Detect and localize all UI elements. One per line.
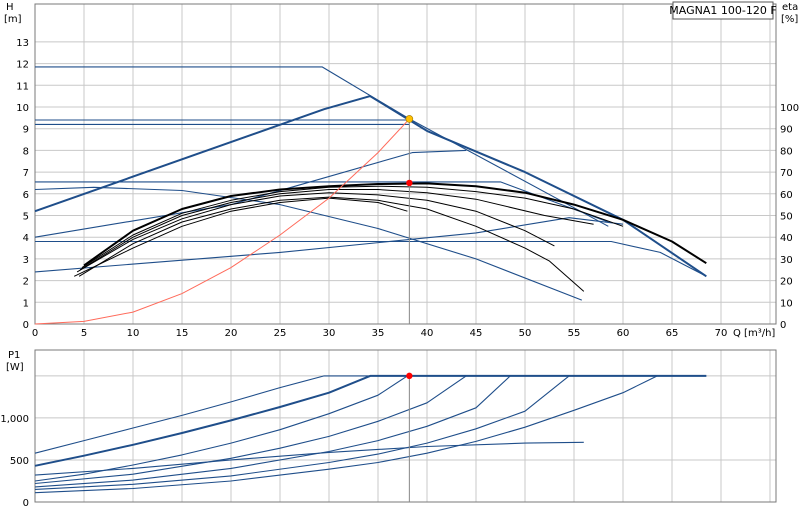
x-tick-label: 20	[225, 328, 238, 339]
y-axis-unit: [W]	[6, 362, 24, 373]
y2-tick-label: 20	[780, 277, 793, 288]
x-tick-label: 60	[617, 328, 630, 339]
y-tick-label: 1,000	[0, 414, 29, 425]
y-axis-label: P1	[8, 350, 20, 361]
y2-tick-label: 100	[780, 103, 799, 114]
y2-axis-label: eta	[782, 2, 798, 13]
y2-tick-label: 10	[780, 298, 793, 309]
x-tick-label: 25	[274, 328, 287, 339]
x-tick-label: 5	[81, 328, 87, 339]
y-axis-label: H	[6, 2, 14, 13]
x-tick-label: 40	[421, 328, 434, 339]
pump-performance-chart: 0 5 10 15 20 25 30 35 40 45 50 55 60 65 70012345678910…	[0, 0, 800, 520]
y-tick-label: 12	[16, 60, 29, 71]
x-tick-label: 65	[666, 328, 679, 339]
y-tick-label: 4	[23, 233, 29, 244]
y2-tick-label: 0	[780, 320, 786, 331]
y-tick-label: 7	[23, 168, 29, 179]
y-tick-label: 1	[23, 298, 29, 309]
x-tick-label: 35	[372, 328, 385, 339]
y2-tick-label: 70	[780, 168, 793, 179]
x-tick-label: 0	[32, 328, 38, 339]
x-tick-label: 50	[519, 328, 532, 339]
x-tick-label: 15	[176, 328, 189, 339]
y-axis-unit: [m]	[4, 14, 22, 25]
x-tick-label: 30	[323, 328, 336, 339]
y2-tick-label: 90	[780, 125, 793, 136]
y-tick-label: 3	[23, 255, 29, 266]
y-tick-label: 8	[23, 146, 29, 157]
x-tick-label: 70	[715, 328, 728, 339]
y2-tick-label: 80	[780, 146, 793, 157]
y-tick-label: 2	[23, 277, 29, 288]
x-tick-label: 45	[470, 328, 483, 339]
chart-background	[0, 0, 800, 520]
duty-point	[406, 179, 413, 187]
y-tick-label: 9	[23, 125, 29, 136]
y2-axis-unit: [%]	[781, 14, 798, 25]
x-axis-label: Q [m³/h]	[733, 328, 775, 339]
duty-point	[406, 372, 413, 380]
y-tick-label: 11	[16, 81, 29, 92]
chart-title: MAGNA1 100-120 F	[669, 4, 776, 17]
y-tick-label: 500	[10, 456, 29, 467]
y-tick-label: 5	[23, 212, 29, 223]
y-tick-label: 10	[16, 103, 29, 114]
title-box: MAGNA1 100-120 F	[669, 1, 777, 20]
y2-tick-label: 40	[780, 233, 793, 244]
y-tick-label: 0	[23, 320, 29, 331]
y-tick-label: 0	[23, 498, 29, 509]
y2-tick-label: 60	[780, 190, 793, 201]
y-tick-label: 13	[16, 38, 29, 49]
x-tick-label: 55	[568, 328, 581, 339]
best-point	[405, 115, 414, 123]
y2-tick-label: 30	[780, 255, 793, 266]
y2-tick-label: 50	[780, 212, 793, 223]
x-tick-label: 10	[127, 328, 140, 339]
y-tick-label: 6	[23, 190, 29, 201]
